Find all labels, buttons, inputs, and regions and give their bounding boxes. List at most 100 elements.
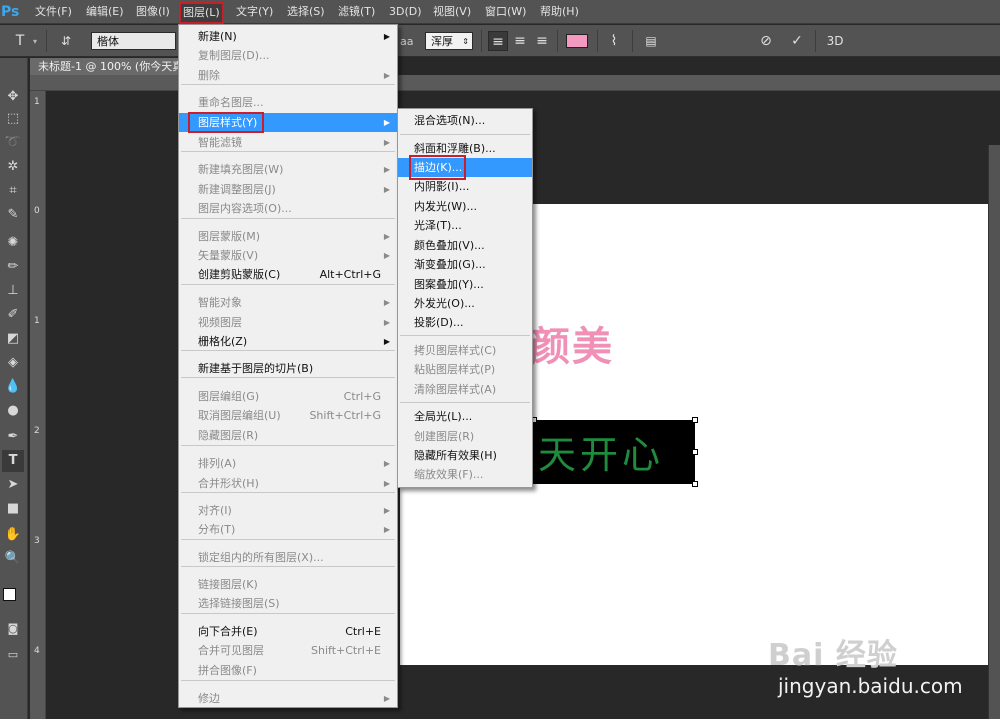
layer-style-item[interactable]: 拷贝图层样式(C) (398, 341, 532, 360)
screen-mode-icon[interactable]: ▭ (2, 644, 24, 666)
layer-menu-item[interactable]: 复制图层(D)... (179, 46, 397, 65)
cancel-icon[interactable]: ⊘ (756, 31, 776, 51)
layer-style-item[interactable]: 渐变叠加(G)... (398, 255, 532, 274)
layer-style-item[interactable]: 外发光(O)... (398, 294, 532, 313)
layer-menu-item[interactable]: 锁定组内的所有图层(X)... (179, 548, 397, 567)
type-tool-icon[interactable]: T (2, 450, 24, 472)
menu-filter[interactable]: 滤镜(T) (338, 0, 375, 24)
3d-button[interactable]: 3D (822, 31, 848, 51)
layer-menu-item[interactable]: 向下合并(E) Ctrl+E (179, 622, 397, 641)
layer-menu-item[interactable]: 分布(T) ▶ (179, 520, 397, 539)
layer-menu-item[interactable]: 创建剪贴蒙版(C) Alt+Ctrl+G (179, 265, 397, 284)
blur-tool-icon[interactable]: 💧 (2, 376, 24, 398)
right-panel-strip[interactable] (988, 145, 1000, 719)
layer-menu-item[interactable]: 合并形状(H) ▶ (179, 474, 397, 493)
antialias-select[interactable]: 浑厚 ⇕ (425, 32, 473, 50)
layer-menu-item[interactable]: 删除 ▶ (179, 66, 397, 85)
foreground-color-swatch[interactable] (3, 588, 16, 601)
menu-file[interactable]: 文件(F) (35, 0, 72, 24)
layer-menu-item[interactable]: 新建基于图层的切片(B) (179, 359, 397, 378)
layer-style-item[interactable]: 缩放效果(F)... (398, 465, 532, 484)
align-left-icon[interactable]: ≡ (488, 31, 508, 51)
layer-menu-item[interactable]: 新建调整图层(J) ▶ (179, 180, 397, 199)
menu-3d[interactable]: 3D(D) (389, 0, 422, 24)
layer-style-item[interactable]: 投影(D)... (398, 313, 532, 332)
align-right-icon[interactable]: ≡ (532, 31, 552, 51)
transform-handle[interactable] (692, 449, 698, 455)
warp-text-icon[interactable]: ⌇ (604, 31, 624, 51)
rectangle-tool-icon[interactable]: ■ (2, 498, 24, 520)
pen-tool-icon[interactable]: ✒ (2, 426, 24, 448)
layer-menu-item[interactable]: 合并可见图层 Shift+Ctrl+E (179, 641, 397, 660)
menu-select[interactable]: 选择(S) (287, 0, 325, 24)
layer-style-item[interactable]: 混合选项(N)... (398, 111, 532, 130)
commit-check-icon[interactable]: ✓ (787, 31, 807, 51)
marquee-tool-icon[interactable]: ⬚ (2, 108, 24, 130)
menu-help[interactable]: 帮助(H) (540, 0, 579, 24)
panels-icon[interactable]: ▤ (641, 31, 661, 51)
hand-tool-icon[interactable]: ✋ (2, 524, 24, 546)
history-brush-icon[interactable]: ✐ (2, 304, 24, 326)
menu-item-shortcut: Ctrl+G (343, 390, 381, 403)
menu-view[interactable]: 视图(V) (433, 0, 471, 24)
move-tool-icon[interactable]: ✥ (2, 86, 24, 108)
layer-menu-item[interactable]: 取消图层编组(U) Shift+Ctrl+G (179, 406, 397, 425)
magic-wand-icon[interactable]: ✲ (2, 156, 24, 178)
layer-menu-item[interactable]: 选择链接图层(S) (179, 594, 397, 613)
paint-bucket-icon[interactable]: ◈ (2, 352, 24, 374)
quick-mask-icon[interactable]: ◙ (2, 618, 24, 640)
layer-style-item[interactable]: 颜色叠加(V)... (398, 236, 532, 255)
transform-handle[interactable] (692, 417, 698, 423)
layer-menu-item[interactable]: 矢量蒙版(V) ▶ (179, 246, 397, 265)
layer-style-item[interactable]: 创建图层(R) (398, 427, 532, 446)
menu-type[interactable]: 文字(Y) (236, 0, 273, 24)
menu-layer[interactable]: 图层(L) (179, 2, 224, 24)
font-family-field[interactable]: 楷体 (91, 32, 176, 50)
layer-menu-item[interactable]: 重命名图层... (179, 93, 397, 112)
eyedropper-icon[interactable]: ✎ (2, 204, 24, 226)
text-color-swatch[interactable] (566, 34, 588, 48)
layer-menu-item[interactable]: 视频图层 ▶ (179, 313, 397, 332)
layer-style-item[interactable]: 隐藏所有效果(H) (398, 446, 532, 465)
dodge-tool-icon[interactable]: ● (2, 400, 24, 422)
lasso-tool-icon[interactable]: ➰ (2, 132, 24, 154)
brush-tool-icon[interactable]: ✏ (2, 256, 24, 278)
layer-menu-item[interactable]: 智能滤镜 ▶ (179, 133, 397, 152)
layer-menu-item[interactable]: 隐藏图层(R) (179, 426, 397, 445)
zoom-tool-icon[interactable]: 🔍 (2, 548, 24, 570)
menu-window[interactable]: 窗口(W) (485, 0, 526, 24)
menu-divider (181, 539, 395, 540)
layer-menu-item[interactable]: 排列(A) ▶ (179, 454, 397, 473)
layer-style-item[interactable]: 光泽(T)... (398, 216, 532, 235)
stamp-tool-icon[interactable]: ⊥ (2, 280, 24, 302)
highlight-annotation-box (188, 112, 264, 133)
layer-style-item[interactable]: 内阴影(I)... (398, 177, 532, 196)
layer-style-item[interactable]: 内发光(W)... (398, 197, 532, 216)
align-center-icon[interactable]: ≡ (510, 31, 530, 51)
document-tab[interactable]: 未标题-1 @ 100% (你今天真 (30, 58, 178, 75)
layer-style-item[interactable]: 粘贴图层样式(P) (398, 360, 532, 379)
layer-menu-item[interactable]: 图层内容选项(O)... (179, 199, 397, 218)
text-orientation-icon[interactable]: ⇵ (56, 31, 76, 51)
layer-menu-item[interactable]: 栅格化(Z) ▶ (179, 332, 397, 351)
layer-menu-item[interactable]: 新建填充图层(W) ▶ (179, 160, 397, 179)
layer-menu-item[interactable]: 智能对象 ▶ (179, 293, 397, 312)
layer-menu-item[interactable]: 新建(N) ▶ (179, 27, 397, 46)
layer-menu-item[interactable]: 修边 ▶ (179, 689, 397, 708)
layer-menu-item[interactable]: 图层蒙版(M) ▶ (179, 227, 397, 246)
layer-style-item[interactable]: 全局光(L)... (398, 407, 532, 426)
text-tool-icon[interactable]: T (10, 31, 30, 51)
transform-handle[interactable] (692, 481, 698, 487)
layer-menu-item[interactable]: 图层编组(G) Ctrl+G (179, 387, 397, 406)
layer-style-item[interactable]: 图案叠加(Y)... (398, 275, 532, 294)
healing-brush-icon[interactable]: ✺ (2, 232, 24, 254)
layer-style-item[interactable]: 清除图层样式(A) (398, 380, 532, 399)
crop-tool-icon[interactable]: ⌗ (2, 180, 24, 202)
menu-edit[interactable]: 编辑(E) (86, 0, 124, 24)
path-select-icon[interactable]: ➤ (2, 474, 24, 496)
layer-menu-item[interactable]: 拼合图像(F) (179, 661, 397, 680)
layer-menu-item[interactable]: 链接图层(K) (179, 575, 397, 594)
layer-menu-item[interactable]: 对齐(I) ▶ (179, 501, 397, 520)
menu-image[interactable]: 图像(I) (136, 0, 170, 24)
eraser-tool-icon[interactable]: ◩ (2, 328, 24, 350)
